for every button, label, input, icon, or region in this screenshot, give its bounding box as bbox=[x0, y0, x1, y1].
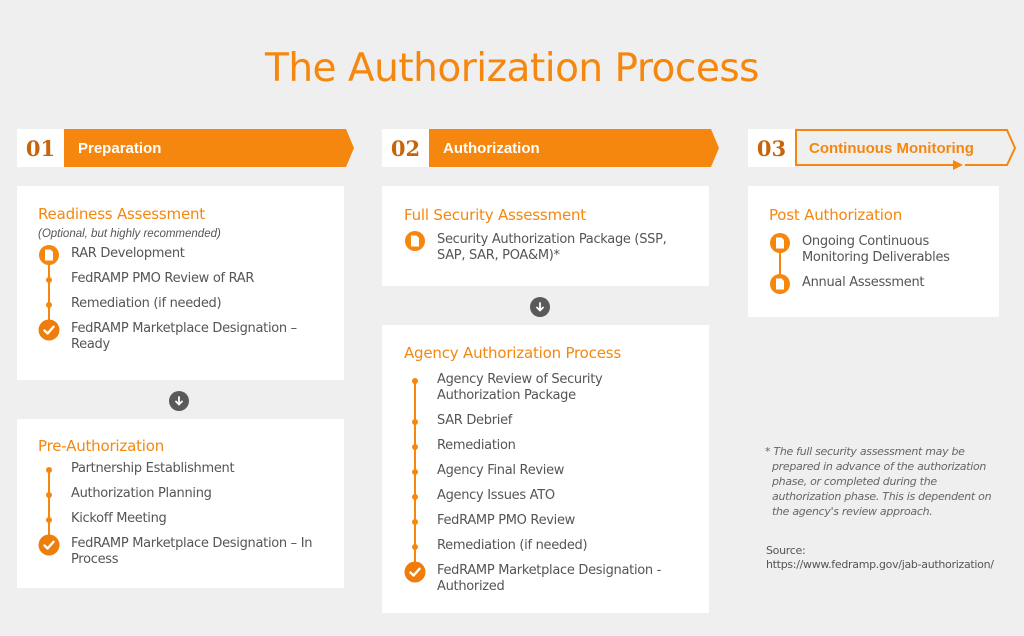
list-item: Agency Review of Security Authorization … bbox=[404, 372, 687, 404]
list-item: FedRAMP PMO Review of RAR bbox=[38, 271, 323, 287]
phase-banner: Authorization bbox=[429, 129, 719, 167]
dot-icon bbox=[38, 294, 60, 316]
list-item-text: Security Authorization Package (SSP, SAP… bbox=[437, 232, 667, 263]
list-item: FedRAMP Marketplace Designation – In Pro… bbox=[38, 534, 323, 568]
dot-icon bbox=[404, 486, 426, 508]
card-pre-authorization: Pre-Authorization Partnership Establishm… bbox=[17, 419, 344, 588]
list-item: RAR Development bbox=[38, 245, 323, 265]
source-citation: Source: https://www.fedramp.gov/jab-auth… bbox=[766, 544, 994, 572]
check-icon bbox=[38, 319, 60, 341]
list-item-text: FedRAMP PMO Review bbox=[437, 513, 576, 528]
list-item: Agency Final Review bbox=[404, 463, 687, 479]
source-label: Source: bbox=[766, 544, 806, 557]
list-item-text: Kickoff Meeting bbox=[71, 511, 167, 526]
check-icon bbox=[404, 561, 426, 583]
dot-icon bbox=[38, 509, 60, 531]
dot-icon bbox=[38, 484, 60, 506]
document-icon bbox=[38, 244, 60, 266]
list-item: Authorization Planning bbox=[38, 486, 323, 502]
step-list: RAR Development FedRAMP PMO Review of RAR… bbox=[38, 245, 323, 353]
dot-icon bbox=[38, 459, 60, 481]
phase-label: Continuous Monitoring bbox=[809, 139, 974, 157]
list-item: Partnership Establishment bbox=[38, 461, 323, 477]
list-item-text: Ongoing Continuous Monitoring Deliverabl… bbox=[802, 234, 950, 265]
footnote: * The full security assessment may be pr… bbox=[765, 444, 1005, 519]
list-item-text: SAR Debrief bbox=[437, 413, 513, 428]
arrow-down-icon bbox=[169, 391, 189, 411]
list-item: Kickoff Meeting bbox=[38, 511, 323, 527]
list-item: SAR Debrief bbox=[404, 413, 687, 429]
list-item: Ongoing Continuous Monitoring Deliverabl… bbox=[769, 232, 978, 266]
list-item: FedRAMP Marketplace Designation – Ready bbox=[38, 319, 323, 353]
phase-header-preparation: 01 Preparation bbox=[17, 129, 354, 167]
card-title: Pre-Authorization bbox=[38, 437, 164, 455]
document-icon bbox=[769, 232, 791, 254]
list-item-text: FedRAMP Marketplace Designation – Ready bbox=[71, 321, 297, 352]
list-item-text: Authorization Planning bbox=[71, 486, 212, 501]
card-post-authorization: Post Authorization Ongoing Continuous Mo… bbox=[748, 186, 999, 317]
card-readiness-assessment: Readiness Assessment (Optional, but high… bbox=[17, 186, 344, 380]
list-item: Agency Issues ATO bbox=[404, 488, 687, 504]
list-item-text: Remediation bbox=[437, 438, 516, 453]
dot-icon bbox=[38, 269, 60, 291]
list-item: Annual Assessment bbox=[769, 274, 978, 294]
list-item-text: Agency Final Review bbox=[437, 463, 565, 478]
card-title: Post Authorization bbox=[769, 206, 903, 224]
step-list: Security Authorization Package (SSP, SAP… bbox=[404, 230, 687, 264]
list-item: Remediation (if needed) bbox=[38, 296, 323, 312]
list-item: FedRAMP PMO Review bbox=[404, 513, 687, 529]
phase-number: 02 bbox=[382, 129, 429, 167]
dot-icon bbox=[404, 536, 426, 558]
dot-icon bbox=[404, 461, 426, 483]
list-item-text: Annual Assessment bbox=[802, 275, 925, 290]
list-item-text: FedRAMP PMO Review of RAR bbox=[71, 271, 255, 286]
phase-number: 01 bbox=[17, 129, 64, 167]
list-item-text: FedRAMP Marketplace Designation – In Pro… bbox=[71, 536, 313, 567]
document-icon bbox=[769, 273, 791, 295]
list-item-text: Remediation (if needed) bbox=[437, 538, 588, 553]
phase-header-continuous-monitoring: 03 Continuous Monitoring bbox=[748, 129, 1017, 170]
list-item-text: Partnership Establishment bbox=[71, 461, 235, 476]
phase-number: 03 bbox=[748, 129, 795, 167]
phase-banner: Preparation bbox=[64, 129, 354, 167]
card-full-security-assessment: Full Security Assessment Security Author… bbox=[382, 186, 709, 286]
list-item-text: Remediation (if needed) bbox=[71, 296, 222, 311]
check-icon bbox=[38, 534, 60, 556]
footnote-text: * The full security assessment may be pr… bbox=[765, 445, 992, 518]
phase-label: Preparation bbox=[78, 139, 162, 157]
dot-icon bbox=[404, 370, 426, 392]
card-title: Agency Authorization Process bbox=[404, 344, 621, 362]
step-list: Agency Review of Security Authorization … bbox=[404, 372, 687, 595]
arrow-down-icon bbox=[530, 297, 550, 317]
step-list: Partnership Establishment Authorization P… bbox=[38, 461, 323, 568]
card-agency-authorization-process: Agency Authorization Process Agency Revi… bbox=[382, 325, 709, 613]
list-item-text: Agency Review of Security Authorization … bbox=[437, 372, 603, 403]
dot-icon bbox=[404, 436, 426, 458]
list-item-text: FedRAMP Marketplace Designation - Author… bbox=[437, 563, 662, 594]
phase-header-authorization: 02 Authorization bbox=[382, 129, 719, 167]
step-list: Ongoing Continuous Monitoring Deliverabl… bbox=[769, 232, 978, 294]
phase-banner: Continuous Monitoring bbox=[795, 129, 1017, 170]
phase-label: Authorization bbox=[443, 139, 540, 157]
dot-icon bbox=[404, 411, 426, 433]
card-title: Readiness Assessment bbox=[38, 205, 205, 223]
card-subtitle: (Optional, but highly recommended) bbox=[38, 228, 221, 240]
document-icon bbox=[404, 230, 426, 252]
list-item-text: Agency Issues ATO bbox=[437, 488, 555, 503]
page-title: The Authorization Process bbox=[265, 46, 760, 91]
list-item: Remediation bbox=[404, 438, 687, 454]
list-item: Remediation (if needed) bbox=[404, 538, 687, 554]
list-item-text: RAR Development bbox=[71, 246, 185, 261]
source-link[interactable]: https://www.fedramp.gov/jab-authorizatio… bbox=[766, 558, 994, 572]
list-item: Security Authorization Package (SSP, SAP… bbox=[404, 230, 687, 264]
card-title: Full Security Assessment bbox=[404, 206, 586, 224]
dot-icon bbox=[404, 511, 426, 533]
list-item: FedRAMP Marketplace Designation - Author… bbox=[404, 561, 687, 595]
